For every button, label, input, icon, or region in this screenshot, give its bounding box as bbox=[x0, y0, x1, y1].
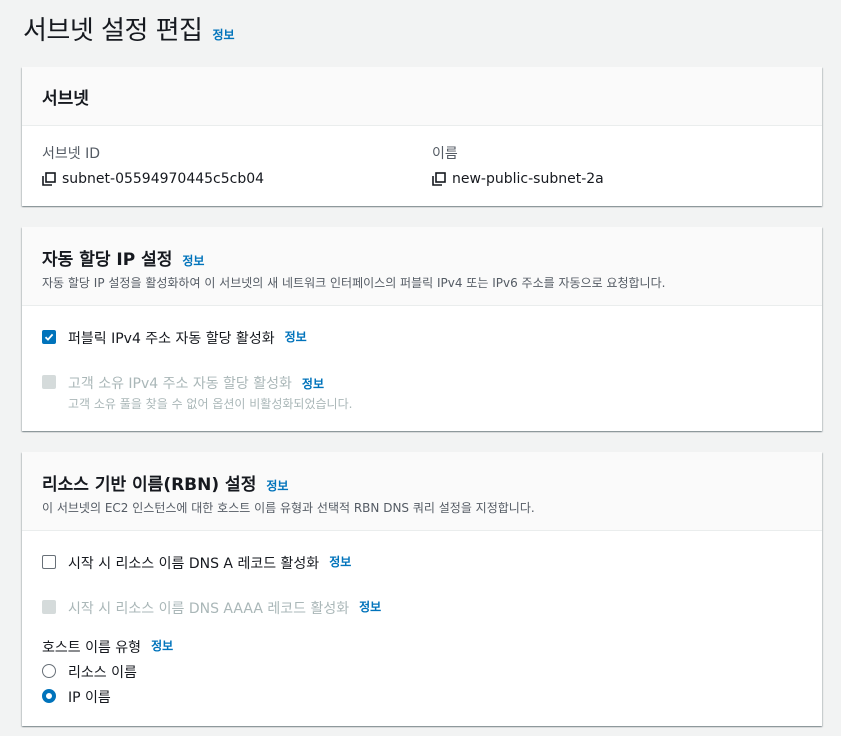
subnet-name-value-row: new-public-subnet-2a bbox=[432, 171, 604, 187]
public-ipv4-label[interactable]: 퍼블릭 IPv4 주소 자동 할당 활성화 bbox=[68, 328, 275, 348]
auto-ip-panel-title: 자동 할당 IP 설정 bbox=[42, 250, 173, 270]
dns-a-option: 시작 시 리소스 이름 DNS A 레코드 활성화 정보 bbox=[42, 553, 351, 573]
hostname-type-label: 호스트 이름 유형 bbox=[42, 640, 142, 656]
copy-icon[interactable] bbox=[432, 172, 446, 186]
subnet-id-value-row: subnet-05594970445c5cb04 bbox=[42, 171, 264, 187]
subnet-panel-header: 서브넷 bbox=[22, 67, 822, 126]
hostname-type-info-link[interactable]: 정보 bbox=[151, 637, 173, 654]
public-ipv4-checkbox[interactable] bbox=[42, 330, 56, 344]
hostname-type-label-row: 호스트 이름 유형 정보 bbox=[42, 637, 173, 657]
customer-ipv4-info-link[interactable]: 정보 bbox=[302, 375, 324, 392]
dns-aaaa-label: 시작 시 리소스 이름 DNS AAAA 레코드 활성화 bbox=[68, 601, 350, 617]
auto-ip-panel-header: 자동 할당 IP 설정 정보 자동 할당 IP 설정을 활성화하여 이 서브넷의… bbox=[22, 227, 822, 306]
public-ipv4-option: 퍼블릭 IPv4 주소 자동 할당 활성화 정보 bbox=[42, 328, 307, 348]
dns-a-label[interactable]: 시작 시 리소스 이름 DNS A 레코드 활성화 bbox=[68, 553, 319, 573]
dns-aaaa-checkbox bbox=[42, 600, 56, 614]
radio-ip-name-label[interactable]: IP 이름 bbox=[68, 687, 111, 707]
auto-ip-info-link[interactable]: 정보 bbox=[182, 252, 204, 269]
subnet-id-label: 서브넷 ID bbox=[42, 146, 100, 162]
subnet-panel-title: 서브넷 bbox=[42, 89, 89, 109]
customer-ipv4-checkbox bbox=[42, 375, 56, 389]
customer-ipv4-option: 고객 소유 IPv4 주소 자동 할당 활성화 정보 고객 소유 풀을 찾을 수… bbox=[42, 373, 352, 412]
page-header: 서브넷 설정 편집 정보 bbox=[23, 10, 235, 50]
auto-ip-panel-description: 자동 할당 IP 설정을 활성화하여 이 서브넷의 새 네트워크 인터페이스의 … bbox=[42, 276, 666, 290]
page-title: 서브넷 설정 편집 bbox=[23, 16, 203, 46]
rbn-panel: 리소스 기반 이름(RBN) 설정 정보 이 서브넷의 EC2 인스턴스에 대한… bbox=[22, 452, 822, 726]
subnet-name-field: 이름 new-public-subnet-2a bbox=[432, 143, 604, 187]
dns-a-checkbox[interactable] bbox=[42, 555, 56, 569]
subnet-id-field: 서브넷 ID subnet-05594970445c5cb04 bbox=[42, 143, 264, 187]
dns-aaaa-info-link[interactable]: 정보 bbox=[359, 598, 381, 615]
public-ipv4-info-link[interactable]: 정보 bbox=[285, 328, 307, 345]
copy-icon[interactable] bbox=[42, 172, 56, 186]
radio-resource-name-option: 리소스 이름 bbox=[42, 662, 137, 682]
auto-ip-panel: 자동 할당 IP 설정 정보 자동 할당 IP 설정을 활성화하여 이 서브넷의… bbox=[22, 227, 822, 431]
radio-ip-name-option: IP 이름 bbox=[42, 687, 111, 707]
rbn-panel-title: 리소스 기반 이름(RBN) 설정 bbox=[42, 475, 257, 495]
rbn-info-link[interactable]: 정보 bbox=[266, 477, 288, 494]
subnet-name-value: new-public-subnet-2a bbox=[452, 171, 604, 187]
subnet-id-value: subnet-05594970445c5cb04 bbox=[62, 171, 265, 187]
radio-ip-name[interactable] bbox=[42, 689, 56, 703]
radio-resource-name[interactable] bbox=[42, 664, 56, 678]
subnet-panel: 서브넷 서브넷 ID subnet-05594970445c5cb04 이름 n… bbox=[22, 67, 822, 206]
subnet-name-label: 이름 bbox=[432, 146, 458, 162]
dns-aaaa-option: 시작 시 리소스 이름 DNS AAAA 레코드 활성화 정보 bbox=[42, 598, 381, 618]
radio-resource-name-label[interactable]: 리소스 이름 bbox=[68, 662, 137, 682]
customer-ipv4-label: 고객 소유 IPv4 주소 자동 할당 활성화 bbox=[68, 376, 292, 392]
dns-a-info-link[interactable]: 정보 bbox=[329, 553, 351, 570]
page-info-link[interactable]: 정보 bbox=[212, 26, 234, 43]
rbn-panel-header: 리소스 기반 이름(RBN) 설정 정보 이 서브넷의 EC2 인스턴스에 대한… bbox=[22, 452, 822, 531]
customer-ipv4-description: 고객 소유 풀을 찾을 수 없어 옵션이 비활성화되었습니다. bbox=[68, 397, 353, 411]
rbn-panel-description: 이 서브넷의 EC2 인스턴스에 대한 호스트 이름 유형과 선택적 RBN D… bbox=[42, 501, 535, 515]
